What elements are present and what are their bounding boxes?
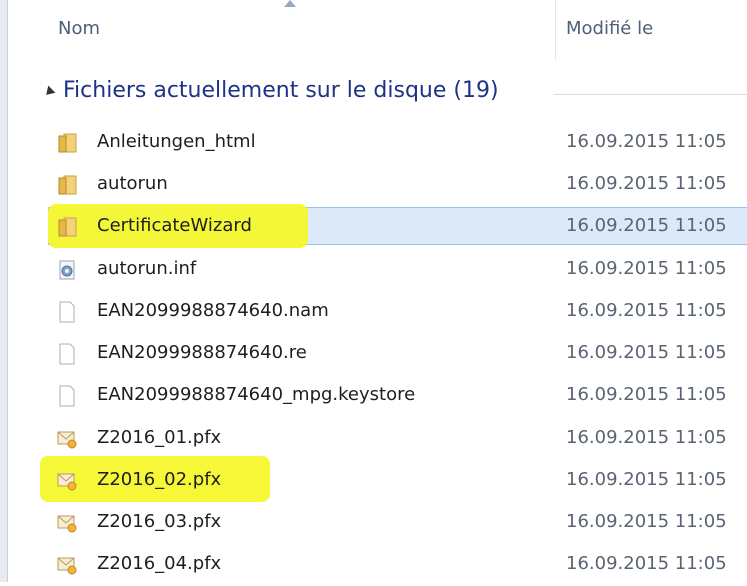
- file-date: 16.09.2015 11:05: [566, 384, 727, 405]
- file-name: EAN2099988874640.re: [97, 342, 307, 363]
- file-date: 16.09.2015 11:05: [566, 427, 727, 448]
- file-date: 16.09.2015 11:05: [566, 173, 727, 194]
- certificate-file-icon: [57, 473, 77, 491]
- window-left-border: [0, 0, 8, 582]
- file-row-ean-keystore[interactable]: EAN2099988874640_mpg.keystore 16.09.2015…: [8, 375, 747, 417]
- group-divider: [554, 94, 747, 95]
- folder-icon: [58, 133, 77, 153]
- file-row-autorun-inf[interactable]: autorun.inf 16.09.2015 11:05: [8, 249, 747, 291]
- column-header-bar: Nom Modifié le: [8, 0, 747, 60]
- file-row-z2016-03[interactable]: Z2016_03.pfx 16.09.2015 11:05: [8, 502, 747, 544]
- file-name: Z2016_03.pfx: [97, 511, 222, 532]
- file-name: Z2016_04.pfx: [97, 553, 222, 574]
- file-group-header[interactable]: Fichiers actuellement sur le disque (19): [8, 74, 747, 114]
- collapse-arrow-icon[interactable]: [42, 85, 56, 99]
- sort-ascending-icon: [284, 0, 296, 7]
- file-row-z2016-02[interactable]: Z2016_02.pfx 16.09.2015 11:05: [8, 456, 747, 502]
- file-date: 16.09.2015 11:05: [566, 300, 727, 321]
- column-header-name[interactable]: Nom: [58, 18, 100, 39]
- column-separator[interactable]: [555, 0, 556, 60]
- file-row-certificatewizard[interactable]: CertificateWizard 16.09.2015 11:05: [8, 204, 747, 248]
- file-date: 16.09.2015 11:05: [566, 342, 727, 363]
- file-date: 16.09.2015 11:05: [566, 258, 727, 279]
- settings-file-icon: [59, 260, 75, 280]
- file-date: 16.09.2015 11:05: [566, 553, 727, 574]
- file-name: CertificateWizard: [97, 215, 252, 236]
- file-name: Anleitungen_html: [97, 131, 256, 152]
- file-name: Z2016_02.pfx: [97, 469, 222, 490]
- file-date: 16.09.2015 11:05: [566, 469, 727, 490]
- file-row-z2016-01[interactable]: Z2016_01.pfx 16.09.2015 11:05: [8, 418, 747, 460]
- blank-file-icon: [59, 385, 75, 407]
- certificate-file-icon: [57, 557, 77, 575]
- certificate-file-icon: [57, 515, 77, 533]
- column-header-date-modified[interactable]: Modifié le: [566, 18, 653, 39]
- file-row-ean-nam[interactable]: EAN2099988874640.nam 16.09.2015 11:05: [8, 291, 747, 333]
- file-name: Z2016_01.pfx: [97, 427, 222, 448]
- file-row-ean-re[interactable]: EAN2099988874640.re 16.09.2015 11:05: [8, 333, 747, 375]
- folder-icon: [58, 175, 77, 195]
- file-name: autorun: [97, 173, 168, 194]
- group-title: Fichiers actuellement sur le disque (19): [63, 78, 499, 103]
- file-name: EAN2099988874640_mpg.keystore: [97, 384, 416, 405]
- file-row-autorun-folder[interactable]: autorun 16.09.2015 11:05: [8, 164, 747, 206]
- file-name: autorun.inf: [97, 258, 197, 279]
- file-name: EAN2099988874640.nam: [97, 300, 329, 321]
- file-date: 16.09.2015 11:05: [566, 215, 727, 236]
- blank-file-icon: [59, 343, 75, 365]
- blank-file-icon: [59, 301, 75, 323]
- folder-icon: [58, 217, 77, 237]
- file-row-anleitungen-html[interactable]: Anleitungen_html 16.09.2015 11:05: [8, 122, 747, 164]
- certificate-file-icon: [57, 431, 77, 449]
- file-date: 16.09.2015 11:05: [566, 131, 727, 152]
- file-date: 16.09.2015 11:05: [566, 511, 727, 532]
- file-row-z2016-04[interactable]: Z2016_04.pfx 16.09.2015 11:05: [8, 544, 747, 586]
